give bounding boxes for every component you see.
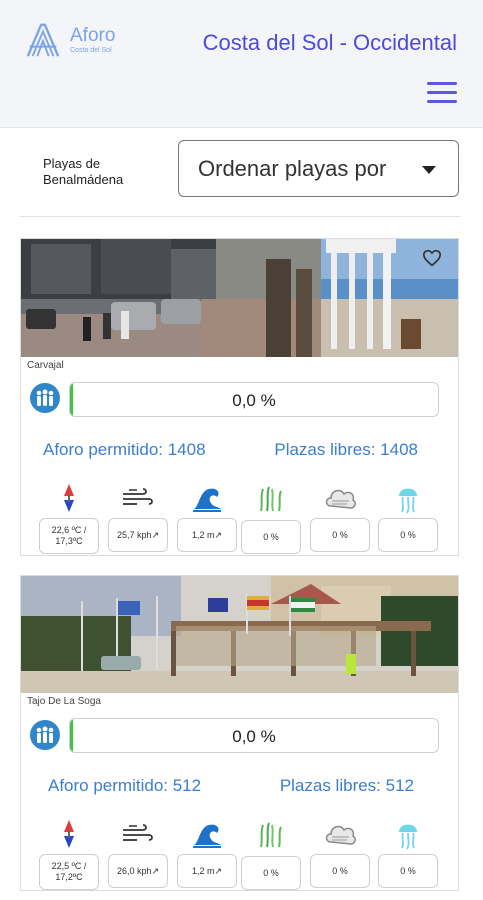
algae-value: 0 % <box>241 856 301 890</box>
algae-value: 0 % <box>241 520 301 554</box>
beach-name: Tajo De La Soga <box>27 696 101 707</box>
waves-value: 1,2 m ↗ <box>177 518 237 552</box>
beach-photo[interactable] <box>21 576 458 693</box>
logo-title: Aforo <box>70 25 116 46</box>
temperature-value: 22,6 ºC / 17,3ºC <box>39 518 99 554</box>
beach-card[interactable]: Carvajal 0,0 % Aforo permitido: 1408 Pla… <box>20 238 459 556</box>
wind-speed: 26,0 kph <box>116 865 152 876</box>
heart-icon[interactable] <box>422 249 442 267</box>
divider <box>20 216 460 217</box>
beach-photo[interactable] <box>21 239 458 357</box>
cloud-value: 0 % <box>310 854 370 888</box>
allowed-capacity: Aforo permitido: 1408 <box>43 440 206 459</box>
free-places: Plazas libres: 1408 <box>274 440 418 459</box>
people-icon <box>30 720 60 750</box>
jellyfish-value: 0 % <box>378 854 438 888</box>
thermometer-icon <box>39 482 99 514</box>
wave-icon <box>177 818 237 850</box>
allowed-capacity: Aforo permitido: 512 <box>48 776 202 795</box>
wave-height: 1,2 m <box>191 529 215 540</box>
cloud-icon <box>310 818 370 850</box>
occupancy-percent: 0,0 % <box>232 727 276 746</box>
cloud-icon <box>310 482 370 514</box>
logo[interactable]: Aforo Costa del Sol <box>24 20 134 60</box>
waves-value: 1,2 m ↗ <box>177 854 237 888</box>
wind-icon <box>108 818 168 850</box>
wind-value: 26,0 kph ↗ <box>108 854 168 888</box>
cloud-value: 0 % <box>310 518 370 552</box>
occupancy-progress-bar: 0,0 % <box>69 382 439 417</box>
wind-value: 25,7 kph ↗ <box>108 518 168 552</box>
hamburger-menu-icon[interactable] <box>427 82 457 106</box>
jellyfish-icon <box>378 482 438 514</box>
sort-beaches-dropdown[interactable]: Ordenar playas por <box>178 140 459 197</box>
app-header: Aforo Costa del Sol Costa del Sol - Occi… <box>0 0 483 128</box>
free-places: Plazas libres: 512 <box>279 776 414 795</box>
temperature-value: 22,5 ºC / 17,2ºC <box>39 854 99 890</box>
jellyfish-value: 0 % <box>378 518 438 552</box>
wave-icon <box>177 482 237 514</box>
aforo-logo-icon <box>26 23 60 57</box>
seaweed-icon <box>241 818 301 850</box>
filter-row: Playas de Benalmádena Ordenar playas por <box>20 140 460 200</box>
seaweed-icon <box>241 482 301 514</box>
people-icon <box>30 383 60 413</box>
caret-down-icon <box>422 166 436 174</box>
region-title[interactable]: Costa del Sol - Occidental <box>203 30 457 56</box>
occupancy-progress-bar: 0,0 % <box>69 718 439 753</box>
jellyfish-icon <box>378 818 438 850</box>
thermometer-icon <box>39 818 99 850</box>
beach-card[interactable]: Tajo De La Soga 0,0 % Aforo permitido: 5… <box>20 575 459 891</box>
occupancy-percent: 0,0 % <box>232 391 276 410</box>
wave-height: 1,2 m <box>191 865 215 876</box>
wind-speed: 25,7 kph <box>116 529 152 540</box>
sort-dropdown-label: Ordenar playas por <box>198 155 387 181</box>
municipality-label: Playas de Benalmádena <box>43 156 124 187</box>
wind-icon <box>108 482 168 514</box>
beach-name: Carvajal <box>27 360 64 371</box>
logo-subtitle: Costa del Sol <box>70 47 112 54</box>
